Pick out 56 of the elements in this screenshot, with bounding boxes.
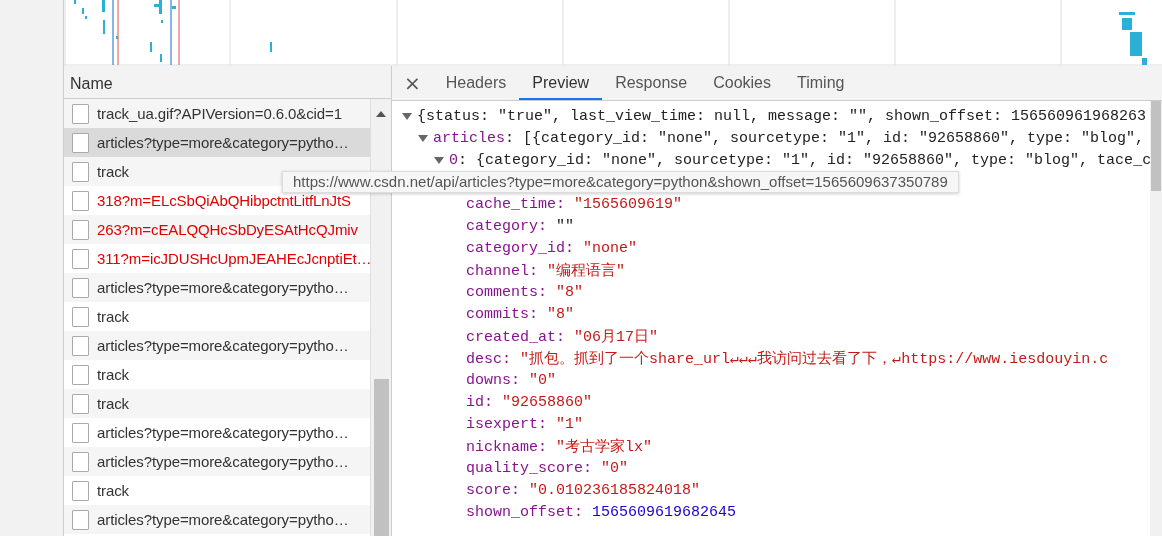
expand-triangle-icon[interactable] xyxy=(434,155,444,165)
request-name[interactable]: track xyxy=(97,482,129,499)
request-name[interactable]: 311?m=icJDUSHcUpmJEAHEcJcnptiEt… xyxy=(97,250,371,267)
tab[interactable]: Response xyxy=(602,66,701,100)
request-name[interactable]: track xyxy=(97,395,129,412)
tab[interactable]: Headers xyxy=(432,66,520,100)
request-name[interactable]: articles?type=more&category=pytho… xyxy=(97,424,349,441)
json-property: nickname: "考古学家lx" xyxy=(466,437,653,456)
json-summary: {status: "true", last_view_time: null, message: "", shown_offset: 156560961968263 xyxy=(417,107,1147,125)
json-property: isexpert: "1" xyxy=(466,415,584,433)
file-icon xyxy=(72,161,89,182)
request-name[interactable]: 318?m=ELcSbQiAbQHibpctntLitfLnJtS xyxy=(97,192,351,209)
expand-triangle-icon[interactable] xyxy=(418,133,428,143)
json-line: 0: {category_id: "none", sourcetype: "1", id: "92658860", type: "blog", tace_c xyxy=(449,151,1150,169)
file-icon xyxy=(72,364,89,385)
file-icon xyxy=(72,219,89,240)
close-button[interactable]: × xyxy=(392,66,433,100)
scroll-up-icon[interactable] xyxy=(376,111,387,117)
json-property: channel: "编程语言" xyxy=(466,261,626,280)
scrollbar-thumb[interactable] xyxy=(1151,101,1161,191)
request-name[interactable]: track xyxy=(97,366,129,383)
json-property: shown_offset: 1565609619682645 xyxy=(466,503,737,521)
json-property: cache_time: "1565609619" xyxy=(466,195,683,213)
json-property: created_at: "06月17日" xyxy=(466,327,659,346)
file-icon xyxy=(72,451,89,472)
file-icon xyxy=(72,248,89,269)
scrollbar-thumb[interactable] xyxy=(374,379,389,536)
file-icon xyxy=(72,190,89,211)
request-name[interactable]: track xyxy=(97,163,129,180)
tab[interactable]: Timing xyxy=(784,66,858,100)
json-property: category: "" xyxy=(466,217,575,235)
file-icon xyxy=(72,509,89,530)
column-header[interactable]: Name xyxy=(64,66,391,99)
file-icon xyxy=(72,277,89,298)
expand-triangle-icon[interactable] xyxy=(402,111,412,121)
json-property: quality_score: "0" xyxy=(466,459,629,477)
file-icon xyxy=(72,132,89,153)
file-icon xyxy=(72,306,89,327)
json-line: articles: [{category_id: "none", sourcetype: "1", id: "92658860", type: "blog", xyxy=(433,129,1145,147)
file-icon xyxy=(72,422,89,443)
json-property: downs: "0" xyxy=(466,371,557,389)
tab[interactable]: Preview xyxy=(519,66,603,100)
file-icon xyxy=(72,393,89,414)
json-property: desc: "抓包。抓到了一个share_url↵↵↵我访问过去看了下，↵https://www.iesdouyin.c xyxy=(466,349,1109,368)
tab[interactable]: Cookies xyxy=(700,66,784,100)
json-property: comments: "8" xyxy=(466,283,584,301)
json-property: commits: "8" xyxy=(466,305,575,323)
file-icon xyxy=(72,480,89,501)
json-property: score: "0.010236185824018" xyxy=(466,481,701,499)
json-property: id: "92658860" xyxy=(466,393,593,411)
request-name[interactable]: track xyxy=(97,308,129,325)
scrollbar[interactable] xyxy=(1150,101,1162,536)
file-icon xyxy=(72,335,89,356)
json-property: category_id: "none" xyxy=(466,239,638,257)
file-icon xyxy=(72,103,89,124)
url-tooltip: https://www.csdn.net/api/articles?type=more&category=python&shown_offset=1565609637350789 xyxy=(282,171,959,193)
